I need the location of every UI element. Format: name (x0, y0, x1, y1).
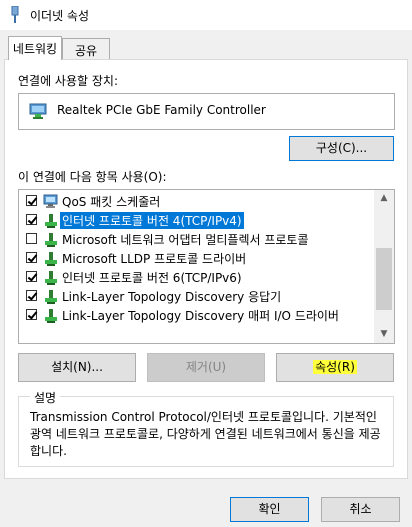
uninstall-button[interactable]: 제거(U) (147, 353, 265, 382)
device-box: Realtek PCIe GbE Family Controller (18, 93, 395, 130)
device-label: 연결에 사용할 장치: (18, 74, 118, 88)
items-list[interactable]: QoS 패킷 스케줄러 인터넷 프로토콜 버전 4(TCP/IPv4) Micr… (18, 189, 395, 344)
ethernet-icon (11, 6, 19, 23)
cancel-button[interactable]: 취소 (321, 497, 400, 522)
tab-sharing[interactable]: 공유 (62, 38, 110, 60)
list-item-label: 인터넷 프로토콜 버전 6(TCP/IPv6) (62, 271, 242, 285)
list-item[interactable]: Microsoft LLDP 프로토콜 드라이버 (19, 248, 374, 268)
description-text: Transmission Control Protocol/인터넷 프로토콜입니… (30, 410, 381, 458)
list-item[interactable]: Link-Layer Topology Discovery 응답기 (19, 286, 374, 306)
list-item-label: QoS 패킷 스케줄러 (62, 195, 161, 209)
protocol-icon (45, 271, 57, 285)
install-button[interactable]: 설치(N)... (18, 353, 136, 382)
title-bar: 이더넷 속성 (0, 0, 412, 30)
protocol-icon (45, 214, 57, 228)
window-title: 이더넷 속성 (30, 9, 90, 23)
protocol-icon (45, 290, 57, 304)
checkbox[interactable] (26, 290, 37, 301)
properties-label: 속성(R) (313, 360, 357, 374)
scroll-thumb[interactable] (376, 248, 392, 310)
protocol-icon (45, 233, 57, 247)
checkbox[interactable] (26, 233, 37, 244)
list-item[interactable]: QoS 패킷 스케줄러 (19, 191, 374, 211)
checkbox[interactable] (26, 309, 37, 320)
list-item-label: Link-Layer Topology Discovery 응답기 (62, 290, 282, 304)
protocol-icon (45, 252, 57, 266)
list-item[interactable]: Microsoft 네트워크 어댑터 멀티플렉서 프로토콜 (19, 229, 374, 249)
device-name: Realtek PCIe GbE Family Controller (57, 103, 266, 117)
network-adapter-icon (29, 103, 47, 119)
list-item-label: Microsoft 네트워크 어댑터 멀티플렉서 프로토콜 (62, 233, 309, 247)
vertical-scrollbar[interactable]: ▲ ▼ (374, 190, 394, 343)
list-item-label: Microsoft LLDP 프로토콜 드라이버 (62, 252, 247, 266)
list-item-label: 인터넷 프로토콜 버전 4(TCP/IPv4) (60, 212, 244, 229)
checkbox[interactable] (26, 195, 37, 206)
ok-button[interactable]: 확인 (230, 497, 309, 522)
list-item-label: Link-Layer Topology Discovery 매퍼 I/O 드라이… (62, 309, 339, 323)
scroll-down-icon[interactable]: ▼ (374, 326, 394, 343)
configure-button[interactable]: 구성(C)... (289, 136, 394, 161)
description-title: 설명 (30, 389, 61, 406)
network-service-icon (43, 194, 58, 208)
checkbox[interactable] (26, 271, 37, 282)
checkbox[interactable] (26, 252, 37, 263)
list-item[interactable]: Link-Layer Topology Discovery 매퍼 I/O 드라이… (19, 305, 374, 325)
list-item[interactable]: 인터넷 프로토콜 버전 4(TCP/IPv4) (19, 210, 374, 230)
tab-networking[interactable]: 네트워킹 (8, 36, 62, 60)
items-label: 이 연결에 다음 항목 사용(O): (18, 170, 167, 184)
properties-button[interactable]: 속성(R) (276, 353, 394, 382)
checkbox[interactable] (26, 214, 37, 225)
protocol-icon (45, 309, 57, 323)
list-item[interactable]: 인터넷 프로토콜 버전 6(TCP/IPv6) (19, 267, 374, 287)
scroll-up-icon[interactable]: ▲ (374, 190, 394, 207)
